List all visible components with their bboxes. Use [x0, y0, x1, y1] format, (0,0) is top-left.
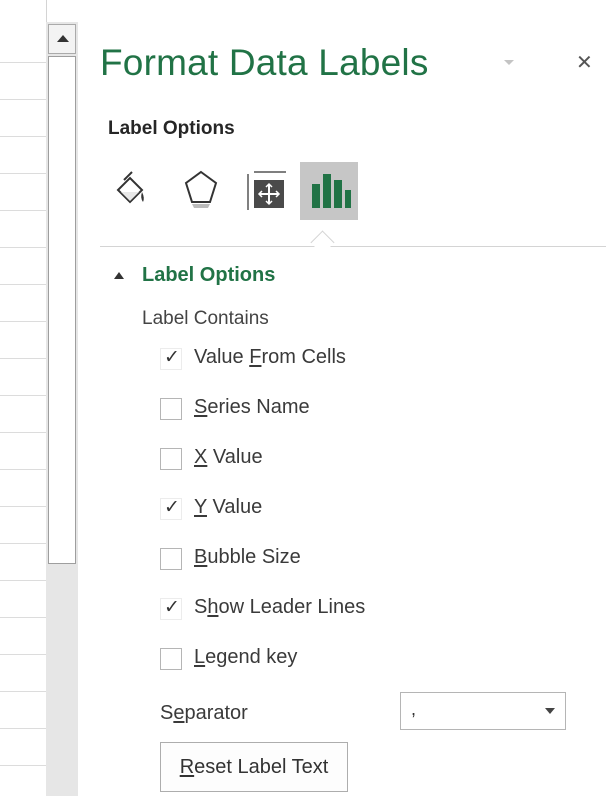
option-series-name[interactable]: Series Name	[160, 396, 500, 428]
separator-label: Separator	[160, 702, 248, 724]
options-subheading: Label Options	[108, 118, 235, 139]
series-name-label: Series Name	[194, 396, 310, 418]
option-y-value[interactable]: ✓ Y Value	[160, 496, 500, 528]
collapse-triangle-icon[interactable]	[114, 272, 124, 279]
effects-icon	[184, 170, 218, 208]
reset-label-text-button[interactable]: Reset Label Text	[160, 742, 348, 792]
size-properties-icon	[247, 171, 286, 210]
checkmark-icon: ✓	[164, 496, 180, 518]
checkmark-icon: ✓	[164, 596, 180, 618]
option-x-value[interactable]: X Value	[160, 446, 500, 478]
legend-key-checkbox[interactable]	[160, 648, 182, 670]
value-from-cells-checkbox[interactable]: ✓	[160, 346, 182, 370]
tab-effects[interactable]	[172, 162, 230, 220]
section-title[interactable]: Label Options	[142, 264, 275, 287]
bubble-size-checkbox[interactable]	[160, 548, 182, 570]
chevron-down-icon[interactable]	[504, 60, 514, 65]
separator-value: ,	[411, 699, 417, 719]
format-pane: Format Data Labels ✕ Label Options Label…	[78, 0, 606, 796]
scroll-up-button[interactable]	[48, 24, 76, 54]
option-show-leader-lines[interactable]: ✓ Show Leader Lines	[160, 596, 500, 628]
show-leader-lines-label: Show Leader Lines	[194, 596, 366, 618]
x-value-checkbox[interactable]	[160, 448, 182, 470]
chevron-down-icon	[545, 708, 555, 714]
tab-size-properties[interactable]	[238, 162, 296, 220]
x-value-label: X Value	[194, 446, 263, 468]
bubble-size-label: Bubble Size	[194, 546, 301, 568]
y-value-label: Y Value	[194, 496, 263, 518]
tab-label-options[interactable]	[300, 162, 358, 220]
legend-key-label: Legend key	[194, 646, 298, 668]
spreadsheet-grid	[0, 0, 47, 796]
option-legend-key[interactable]: Legend key	[160, 646, 500, 678]
value-from-cells-label: Value From Cells	[194, 346, 346, 368]
scroll-thumb[interactable]	[48, 56, 76, 564]
pane-title: Format Data Labels	[100, 42, 429, 83]
option-bubble-size[interactable]: Bubble Size	[160, 546, 500, 578]
category-tabs	[110, 162, 410, 224]
series-name-checkbox[interactable]	[160, 398, 182, 420]
option-value-from-cells[interactable]: ✓ Value From Cells	[160, 346, 500, 378]
label-options-icon	[312, 174, 351, 208]
fill-line-icon	[116, 171, 144, 204]
divider	[100, 246, 606, 247]
y-value-checkbox[interactable]: ✓	[160, 496, 182, 520]
checkmark-icon: ✓	[164, 346, 180, 368]
show-leader-lines-checkbox[interactable]: ✓	[160, 596, 182, 620]
separator-dropdown[interactable]: ,	[400, 692, 566, 730]
label-contains-heading: Label Contains	[142, 308, 269, 329]
close-icon[interactable]: ✕	[576, 50, 593, 74]
selected-tab-indicator	[310, 230, 335, 255]
tab-fill-line[interactable]	[110, 162, 168, 220]
